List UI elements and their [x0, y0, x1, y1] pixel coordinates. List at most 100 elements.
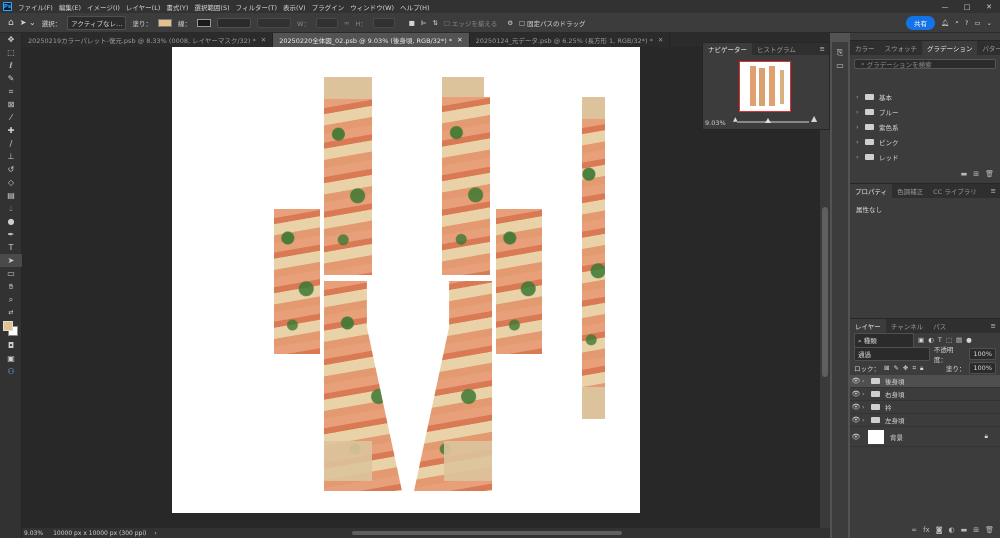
- lasso-tool-icon[interactable]: ℓ: [0, 59, 22, 72]
- eye-icon[interactable]: 👁︎: [850, 390, 862, 398]
- chevron-right-icon[interactable]: ›: [862, 416, 871, 424]
- path-arrangement-icon[interactable]: ⇅: [433, 19, 438, 27]
- history-brush-tool-icon[interactable]: ↺: [0, 163, 22, 176]
- tab-adjustments[interactable]: 色調補正: [892, 184, 928, 198]
- eye-icon[interactable]: 👁︎: [850, 377, 862, 385]
- tab-document-2[interactable]: 20250220全体図_02.psb @ 9.03% (後身頃, RGB/32*…: [273, 33, 470, 47]
- stroke-type-dropdown[interactable]: [256, 17, 291, 28]
- link-layers-icon[interactable]: ∞: [911, 526, 917, 534]
- color-swatches[interactable]: [0, 319, 22, 339]
- gradient-search-input[interactable]: ⌕ グラデーションを検索: [854, 59, 996, 69]
- link-icon[interactable]: ∞: [344, 19, 349, 27]
- history-icon[interactable]: ⎘: [832, 46, 848, 59]
- gradient-group-red[interactable]: › レッド: [850, 149, 1000, 164]
- canvas-area[interactable]: [22, 47, 820, 528]
- panel-menu-icon[interactable]: ≡: [820, 45, 825, 53]
- quick-select-tool-icon[interactable]: ✎: [0, 72, 22, 85]
- tab-document-3[interactable]: 20250124_元データ.psb @ 6.25% (長方形 1, RGB/32…: [470, 33, 671, 47]
- eye-icon[interactable]: 👁︎: [850, 416, 862, 424]
- blur-tool-icon[interactable]: 💧︎: [0, 202, 22, 215]
- fill-field[interactable]: 100%: [969, 362, 996, 374]
- gradient-group-pink[interactable]: › ピンク: [850, 134, 1000, 149]
- trash-icon[interactable]: 🗑︎: [985, 526, 994, 534]
- pen-tool-icon[interactable]: ✒: [0, 228, 22, 241]
- path-operations-icon[interactable]: ■: [409, 19, 415, 27]
- lock-transparent-icon[interactable]: ⊠: [884, 364, 889, 372]
- width-field[interactable]: [315, 17, 338, 28]
- adjustment-layer-icon[interactable]: ◐: [949, 526, 955, 534]
- panel-menu-icon[interactable]: ≡: [991, 187, 996, 195]
- marquee-tool-icon[interactable]: ⬚: [0, 46, 22, 59]
- new-layer-icon[interactable]: ⊞: [973, 526, 979, 534]
- trash-icon[interactable]: 🗑︎: [985, 170, 994, 178]
- eraser-tool-icon[interactable]: ◇: [0, 176, 22, 189]
- menu-file[interactable]: ファイル(F): [18, 2, 53, 12]
- chevron-right-icon[interactable]: ›: [856, 153, 865, 161]
- home-icon[interactable]: ⌂: [8, 18, 14, 28]
- filter-pixel-icon[interactable]: ▣: [918, 336, 924, 344]
- panel-menu-icon[interactable]: ≡: [991, 322, 996, 330]
- navigator-preview[interactable]: [739, 61, 791, 112]
- fill-color-swatch[interactable]: [157, 18, 172, 27]
- close-icon[interactable]: ✕: [658, 36, 663, 44]
- tab-cc-libraries[interactable]: CC ライブラリ: [928, 184, 982, 198]
- tab-swatches[interactable]: スウォッチ: [880, 41, 923, 55]
- tab-document-1[interactable]: 20250219カラーパレット-復元.psb @ 8.33% (0008, レイ…: [22, 33, 274, 47]
- close-icon[interactable]: ✕: [457, 36, 462, 44]
- chevron-right-icon[interactable]: ›: [856, 123, 865, 131]
- tab-histogram[interactable]: ヒストグラム: [752, 43, 801, 55]
- help-icon[interactable]: ?: [965, 19, 968, 27]
- path-alignment-icon[interactable]: ⊫: [421, 19, 427, 27]
- gradient-group-basic[interactable]: › 基本: [850, 89, 1000, 104]
- filter-shape-icon[interactable]: ⬚: [946, 336, 952, 344]
- document-canvas[interactable]: [172, 47, 640, 513]
- navigator-zoom[interactable]: 9.03%: [705, 119, 726, 127]
- path-selection-tool-icon[interactable]: ➤ ⌄: [20, 18, 36, 27]
- menu-help[interactable]: ヘルプ(H): [400, 2, 429, 12]
- filter-adjustment-icon[interactable]: ◐: [928, 336, 934, 344]
- filter-toggle-icon[interactable]: ●: [966, 336, 972, 344]
- tab-layers[interactable]: レイヤー: [850, 319, 886, 333]
- layer-row[interactable]: 👁︎ › 左身頃: [850, 414, 1000, 427]
- chevron-right-icon[interactable]: ›: [856, 93, 865, 101]
- menu-filter[interactable]: フィルター(T): [236, 2, 277, 12]
- constrain-path-checkbox[interactable]: ☐ 固定パスのドラッグ: [519, 18, 585, 28]
- swap-colors-icon[interactable]: ⇄: [0, 306, 22, 319]
- dodge-tool-icon[interactable]: ●: [0, 215, 22, 228]
- path-selection-tool-icon-active[interactable]: ➤: [0, 254, 22, 267]
- new-gradient-icon[interactable]: ⊞: [973, 170, 979, 178]
- chevron-right-icon[interactable]: ›: [862, 377, 871, 385]
- tab-properties[interactable]: プロパティ: [850, 184, 893, 198]
- menu-type[interactable]: 書式(Y): [166, 2, 188, 12]
- lock-all-icon[interactable]: 🔒︎: [920, 364, 923, 373]
- height-field[interactable]: [372, 17, 395, 28]
- gear-icon[interactable]: ⚙: [507, 19, 513, 27]
- hand-tool-icon[interactable]: ✋︎: [0, 280, 22, 293]
- quick-mask-icon[interactable]: ◘: [0, 339, 22, 352]
- chevron-right-icon[interactable]: ›: [856, 108, 865, 116]
- tab-gradients[interactable]: グラデーション: [922, 41, 978, 55]
- comments-icon[interactable]: ▭: [832, 59, 848, 72]
- search-icon[interactable]: ⌕: [955, 18, 959, 27]
- minimize-button[interactable]: —: [934, 0, 956, 13]
- select-dropdown[interactable]: アクティブなレ…: [67, 15, 127, 30]
- generative-fill-icon[interactable]: ⚇: [0, 365, 22, 378]
- menu-select[interactable]: 選択範囲(S): [194, 2, 229, 12]
- tab-patterns[interactable]: パターン: [977, 41, 1000, 55]
- screen-mode-icon[interactable]: ▣: [0, 352, 22, 365]
- chevron-right-icon[interactable]: ›: [862, 390, 871, 398]
- bell-icon[interactable]: 🔔︎: [941, 19, 949, 27]
- menu-layer[interactable]: レイヤー(L): [126, 2, 161, 12]
- layer-row[interactable]: 👁︎ › 後身頃: [850, 375, 1000, 388]
- lock-position-icon[interactable]: ✥: [903, 364, 908, 372]
- menu-plugins[interactable]: プラグイン: [312, 2, 345, 12]
- layer-row-background[interactable]: 👁︎ 背景 🔒︎: [850, 427, 1000, 447]
- zoom-slider-handle[interactable]: [765, 118, 771, 123]
- workspace-icon[interactable]: ▭: [974, 19, 980, 27]
- chevron-right-icon[interactable]: ›: [856, 138, 865, 146]
- stroke-width-field[interactable]: [216, 17, 251, 28]
- tab-channels[interactable]: チャンネル: [886, 319, 928, 333]
- blend-mode-dropdown[interactable]: 通過: [854, 347, 930, 361]
- lock-artboard-icon[interactable]: ⌗: [912, 364, 916, 373]
- workspace-dropdown-icon[interactable]: ⌄: [987, 19, 992, 27]
